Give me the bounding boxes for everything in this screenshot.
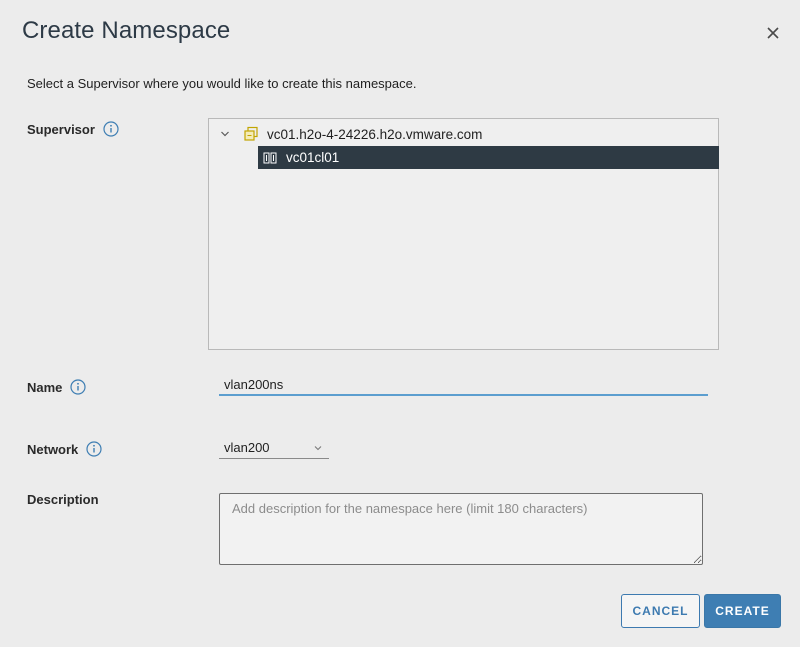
name-input[interactable] <box>219 374 708 396</box>
chevron-down-icon[interactable] <box>219 128 231 140</box>
cancel-button[interactable]: CANCEL <box>621 594 700 628</box>
supervisor-label-row: Supervisor <box>27 121 119 137</box>
create-namespace-dialog: Create Namespace Select a Supervisor whe… <box>0 0 800 647</box>
dialog-title: Create Namespace <box>22 17 231 44</box>
dialog-subtitle: Select a Supervisor where you would like… <box>27 76 417 91</box>
name-label-row: Name <box>27 379 87 395</box>
network-select-value: vlan200 <box>224 440 270 455</box>
supervisor-tree: vc01.h2o-4-24226.h2o.vmware.com vc01cl01 <box>208 118 719 350</box>
create-button[interactable]: CREATE <box>704 594 781 628</box>
supervisor-label: Supervisor <box>27 121 95 137</box>
description-label-row: Description <box>27 492 99 507</box>
description-textarea[interactable] <box>219 493 703 565</box>
name-label: Name <box>27 379 63 395</box>
chevron-down-icon <box>314 445 322 450</box>
network-label-row: Network <box>27 441 102 457</box>
tree-node-vcenter-label: vc01.h2o-4-24226.h2o.vmware.com <box>267 126 483 142</box>
info-icon[interactable] <box>86 441 102 457</box>
description-label: Description <box>27 492 99 507</box>
close-icon[interactable] <box>764 24 782 42</box>
info-icon[interactable] <box>70 379 87 395</box>
tree-node-vcenter[interactable]: vc01.h2o-4-24226.h2o.vmware.com <box>219 124 482 144</box>
cluster-icon <box>263 152 277 163</box>
network-select[interactable]: vlan200 <box>219 437 329 459</box>
tree-node-cluster[interactable]: vc01cl01 <box>258 146 719 169</box>
network-label: Network <box>27 441 79 457</box>
tree-node-cluster-label: vc01cl01 <box>286 150 340 165</box>
info-icon[interactable] <box>103 121 119 137</box>
datacenter-icon <box>244 126 258 141</box>
